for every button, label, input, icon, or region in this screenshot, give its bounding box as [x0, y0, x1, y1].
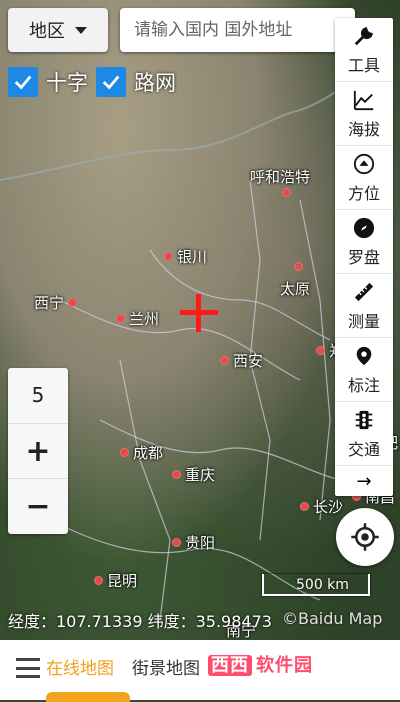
city-dot	[68, 298, 78, 307]
target-icon	[351, 523, 379, 551]
tool-button-measure[interactable]: 测量	[335, 274, 393, 338]
scale-label: 500 km	[296, 577, 349, 593]
search-box[interactable]	[120, 8, 355, 52]
city-marker[interactable]	[294, 262, 303, 271]
city-marker[interactable]: 昆明	[94, 570, 137, 591]
direction-icon	[352, 152, 376, 176]
compass-icon	[352, 216, 376, 240]
city-label: 贵阳	[185, 534, 216, 552]
crosshair-toggle-label: 十字	[46, 71, 88, 95]
roadnet-toggle-label: 路网	[134, 71, 176, 95]
city-label: 昆明	[107, 572, 138, 590]
tool-button-direction[interactable]: 方位	[335, 146, 393, 210]
region-label: 地区	[29, 21, 65, 42]
city-marker[interactable]: 西宁	[34, 292, 78, 313]
wrench-icon	[352, 24, 376, 48]
zoom-level: 5	[8, 368, 68, 424]
ruler-icon	[352, 280, 376, 304]
city-dot	[94, 576, 103, 585]
city-label: 长沙	[313, 498, 344, 516]
city-marker[interactable]: 银川	[164, 246, 207, 267]
zoom-in-button[interactable]: +	[8, 424, 68, 480]
coordinate-readout: 经度：107.71339 纬度：35.98473	[8, 612, 272, 631]
city-label: 成都	[133, 444, 164, 462]
watermark-part-a: 西西	[208, 655, 252, 676]
city-label: 重庆	[185, 466, 216, 484]
region-dropdown[interactable]: 地区	[8, 8, 108, 52]
map-crosshair	[180, 294, 218, 332]
bottom-bar: 在线地图 街景地图 西西 软件园	[0, 640, 400, 702]
tool-label: 海拔	[347, 119, 380, 139]
map-pin-icon	[352, 344, 376, 368]
elevation-chart-icon	[352, 88, 376, 112]
zoom-out-button[interactable]: −	[8, 479, 68, 534]
city-marker[interactable]: 成都	[120, 442, 163, 463]
tool-label: 方位	[347, 183, 380, 203]
toolbar-more-button[interactable]: →	[335, 466, 393, 496]
city-marker[interactable]: 西安	[220, 350, 263, 371]
menu-icon[interactable]	[16, 658, 40, 678]
city-dot	[172, 470, 181, 479]
city-marker[interactable]: 太原	[280, 278, 310, 299]
locate-me-button[interactable]	[336, 508, 394, 566]
city-label: 呼和浩特	[250, 168, 311, 186]
chevron-down-icon	[75, 26, 87, 34]
city-dot	[294, 262, 303, 271]
watermark-part-b: 软件园	[256, 655, 313, 676]
zoom-control: 5 + −	[8, 368, 68, 534]
city-dot	[282, 188, 291, 197]
watermark: 西西 软件园	[208, 651, 313, 677]
map-attribution: ©Baidu Map	[282, 609, 383, 628]
city-marker[interactable]: 兰州	[116, 308, 159, 329]
city-dot	[316, 346, 325, 355]
roadnet-toggle[interactable]: 路网	[96, 67, 176, 97]
checkbox-checked-icon[interactable]	[96, 67, 126, 97]
tool-button-mark[interactable]: 标注	[335, 338, 393, 402]
city-dot	[164, 252, 173, 261]
traffic-light-icon	[352, 408, 376, 432]
tool-label: 测量	[347, 311, 380, 331]
tab-online-map[interactable]: 在线地图	[46, 654, 114, 679]
primary-action-button[interactable]	[46, 692, 130, 702]
tool-label: 工具	[347, 55, 380, 75]
search-input[interactable]	[132, 19, 343, 41]
tool-button-tools[interactable]: 工具	[335, 18, 393, 82]
tab-street-view[interactable]: 街景地图	[132, 654, 200, 679]
tool-label: 罗盘	[347, 247, 380, 267]
layer-toggles: 十字 路网	[8, 67, 176, 97]
city-dot	[116, 314, 125, 323]
tool-label: 标注	[347, 375, 380, 395]
crosshair-toggle[interactable]: 十字	[8, 67, 88, 97]
city-marker[interactable]	[282, 188, 291, 197]
city-label: 西安	[233, 352, 264, 370]
tool-button-compass[interactable]: 罗盘	[335, 210, 393, 274]
city-marker[interactable]: 呼和浩特	[250, 166, 310, 187]
city-label: 西宁	[34, 294, 65, 312]
city-dot	[300, 502, 309, 511]
tool-button-traffic[interactable]: 交通	[335, 402, 393, 466]
city-dot	[220, 356, 229, 365]
city-dot	[120, 448, 129, 457]
city-marker[interactable]: 长沙	[300, 496, 343, 517]
tool-label: 交通	[347, 439, 380, 459]
city-label: 银川	[177, 248, 208, 266]
city-label: 太原	[280, 280, 311, 298]
tool-sidebar: 工具 海拔 方位 罗盘 测量 标注 交通 →	[335, 18, 393, 496]
checkbox-checked-icon[interactable]	[8, 67, 38, 97]
city-marker[interactable]: 贵阳	[172, 532, 215, 553]
city-marker[interactable]: 重庆	[172, 464, 215, 485]
city-label: 兰州	[129, 310, 160, 328]
tool-button-elevation[interactable]: 海拔	[335, 82, 393, 146]
city-dot	[172, 538, 181, 547]
scale-bar: 500 km	[262, 574, 370, 598]
